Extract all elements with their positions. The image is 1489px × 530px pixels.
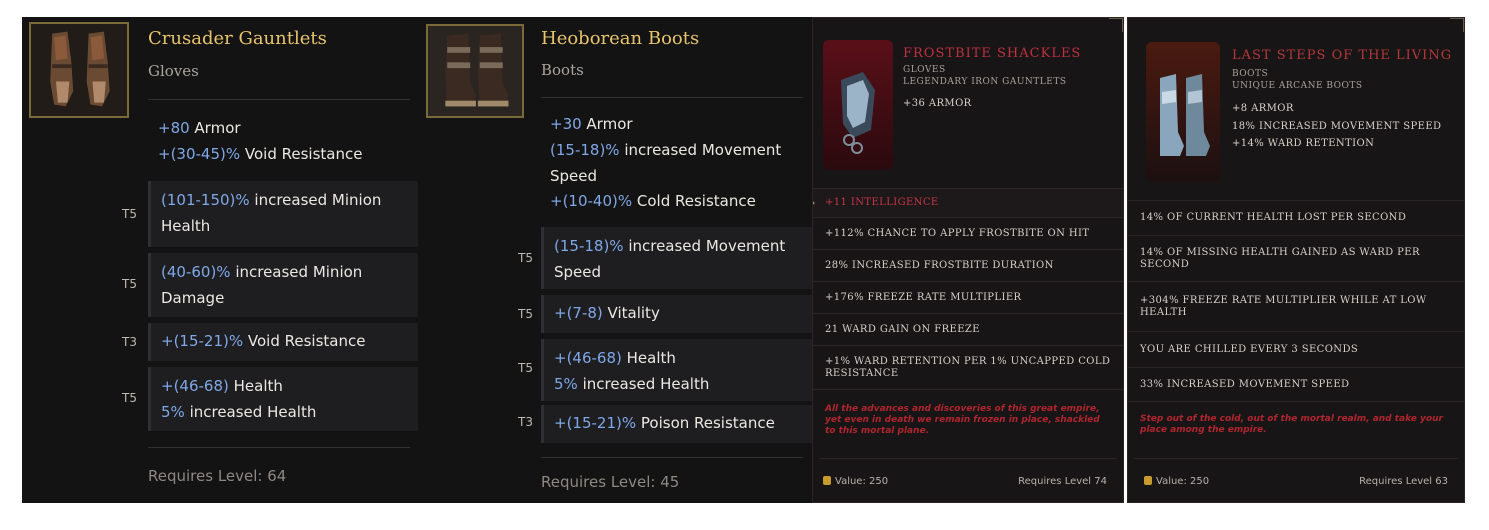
divider — [1134, 458, 1458, 459]
item-name: Heoborean Boots — [541, 28, 700, 49]
tier-badge: T5 — [518, 251, 533, 265]
item-type: Boots — [541, 61, 584, 79]
implicit-armor: +80 Armor — [158, 119, 241, 137]
corner-ornament — [1450, 18, 1464, 32]
mod-row: You are Chilled every 3 seconds — [1128, 332, 1464, 368]
affix-vitality: +(7-8) Vitality — [541, 295, 812, 333]
divider — [819, 458, 1117, 459]
required-level: Requires Level: 45 — [541, 473, 680, 491]
tier-badge: T3 — [122, 335, 137, 349]
item-value: Value: 250 — [823, 476, 888, 487]
implicit-movement-speed: 18% increased Movement Speed — [1232, 121, 1442, 132]
item-tooltip-crusader-gauntlets: Crusader Gauntlets Gloves +80 Armor +(30… — [22, 17, 418, 503]
implicit-void-resistance: +(30-45)% Void Resistance — [158, 145, 363, 163]
item-tooltip-heoborean-boots: Heoborean Boots Boots +30 Armor (15-18)%… — [418, 17, 812, 503]
item-tooltip-last-steps-of-the-living: Last Steps of the Living Boots Unique Ar… — [1127, 17, 1465, 503]
mod-row: 14% of Missing Health gained as Ward per… — [1128, 236, 1464, 282]
mod-row: 21 Ward Gain on Freeze — [813, 314, 1123, 346]
item-rarity-base: Unique Arcane Boots — [1232, 81, 1363, 91]
divider — [541, 97, 803, 98]
mod-row: +11 Intelligence — [813, 188, 1123, 218]
mod-row: 33% increased Movement Speed — [1128, 368, 1464, 402]
implicit-armor: +36 Armor — [903, 98, 972, 109]
lore-text: Step out of the cold, out of the mortal … — [1140, 414, 1443, 435]
item-name: Frostbite Shackles — [903, 46, 1082, 61]
implicit-armor: +30 Armor — [550, 115, 633, 133]
item-tooltip-frostbite-shackles: Frostbite Shackles Gloves Legendary Iron… — [812, 17, 1124, 503]
lore-text: All the advances and discoveries of this… — [825, 404, 1100, 436]
mod-row: +176% Freeze Rate Multiplier — [813, 282, 1123, 314]
shackles-item-icon — [823, 40, 893, 170]
required-level: Requires Level 74 — [1018, 476, 1107, 487]
affix-movement-speed: (15-18)% increased Movement Speed — [541, 227, 812, 289]
divider — [148, 447, 410, 448]
tier-badge: T5 — [122, 207, 137, 221]
required-level: Requires Level: 64 — [148, 467, 287, 485]
tier-badge: T3 — [518, 415, 533, 429]
mod-row: +112% Chance to apply Frostbite on Hit — [813, 218, 1123, 250]
tier-badge: T5 — [518, 361, 533, 375]
row-pointer-icon — [813, 199, 815, 207]
item-rarity-base: Legendary Iron Gauntlets — [903, 77, 1067, 87]
affix-minion-damage: (40-60)% increased Minion Damage — [148, 253, 418, 317]
implicit-armor: +8 Armor — [1232, 103, 1294, 114]
boots-item-icon — [426, 24, 524, 118]
required-level: Requires Level 63 — [1359, 476, 1448, 487]
item-name: Last Steps of the Living — [1232, 48, 1453, 63]
corner-ornament — [1109, 18, 1123, 32]
affix-health: +(46-68) Health 5% increased Health — [148, 367, 418, 431]
affix-void-resistance: +(15-21)% Void Resistance — [148, 323, 418, 361]
divider — [148, 99, 410, 100]
item-type: Boots — [1232, 69, 1269, 79]
divider — [541, 457, 803, 458]
item-value: Value: 250 — [1144, 476, 1209, 487]
implicit-ward-retention: +14% Ward Retention — [1232, 138, 1375, 149]
gold-coin-icon — [1144, 476, 1152, 485]
gauntlets-item-icon — [29, 22, 129, 118]
implicit-cold-resistance: +(10-40)% Cold Resistance — [550, 192, 756, 210]
gold-coin-icon — [823, 476, 831, 485]
mod-row: 14% of Current Health Lost per second — [1128, 200, 1464, 236]
implicit-movement-speed: (15-18)% increased Movement Speed — [550, 141, 782, 185]
tier-badge: T5 — [518, 307, 533, 321]
mod-row: 28% Increased Frostbite Duration — [813, 250, 1123, 282]
item-name: Crusader Gauntlets — [148, 28, 327, 49]
item-type: Gloves — [148, 62, 199, 80]
mod-row: +1% Ward Retention per 1% uncapped Cold … — [813, 346, 1123, 390]
affix-minion-health: (101-150)% increased Minion Health — [148, 181, 418, 247]
tier-badge: T5 — [122, 391, 137, 405]
mod-row: +304% Freeze Rate Multiplier while at Lo… — [1128, 282, 1464, 332]
item-type: Gloves — [903, 65, 946, 75]
unique-boots-item-icon — [1146, 42, 1220, 182]
tier-badge: T5 — [122, 277, 137, 291]
affix-poison-resistance: +(15-21)% Poison Resistance — [541, 405, 812, 443]
affix-health: +(46-68) Health 5% increased Health — [541, 339, 812, 401]
